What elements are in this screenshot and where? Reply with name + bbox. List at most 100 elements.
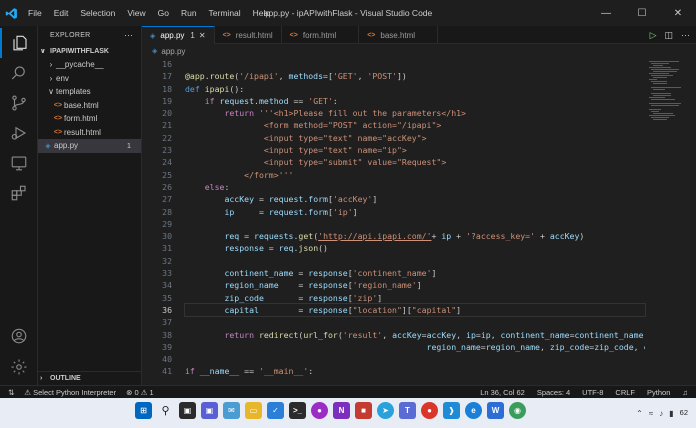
wifi-icon[interactable]: ≈ [649,409,653,418]
code-line: if request.method == 'GET': [204,95,338,106]
line-number: 26 [162,181,172,192]
more-actions-icon[interactable]: ··· [681,30,690,40]
indentation-status[interactable]: Spaces: 4 [537,388,570,397]
minimap-line [651,111,659,112]
tree-file-result-html[interactable]: <> result.html [38,126,141,140]
line-number: 33 [162,268,172,279]
code-editor[interactable]: 16 17 18 19 20 21 22 23 24 25 26 27 28 29 30 31 32 33 34 35… [142,58,696,385]
notifications-bell-icon[interactable]: ♫ [682,388,688,397]
line-number: 32 [162,255,172,266]
source-control-icon[interactable] [0,88,38,118]
python-file-icon: ◈ [150,32,156,40]
menu-run[interactable]: Run [175,8,203,18]
recording-app-icon[interactable]: ● [421,402,438,419]
menu-edit[interactable]: Edit [48,8,75,18]
menu-bar: File Edit Selection View Go Run Terminal… [22,0,276,26]
tree-folder-pycache[interactable]: › __pycache__ [38,58,141,72]
chevron-right-icon: › [40,375,43,382]
more-actions-icon[interactable]: ··· [124,30,133,40]
run-python-file-icon[interactable]: ▷ [650,30,657,41]
split-editor-icon[interactable]: ◫ [664,30,673,41]
line-number: 22 [162,132,172,143]
tree-file-base-html[interactable]: <> base.html [38,99,141,113]
file-explorer-icon[interactable]: ▭ [245,402,262,419]
vscode-taskbar-icon[interactable]: ❱ [443,402,460,419]
tab-result-html[interactable]: <> result.html [215,26,282,44]
minimap[interactable] [645,58,696,385]
search-icon[interactable] [0,58,38,88]
battery-icon[interactable]: ▮ [669,409,673,418]
minimap-line [649,115,675,116]
language-mode[interactable]: Python [647,388,670,397]
obs-app-icon[interactable]: ● [311,402,328,419]
task-view-icon[interactable]: ▣ [179,402,196,419]
tab-app-py[interactable]: ◈ app.py 1 ✕ [142,26,215,44]
explorer-icon[interactable] [0,28,38,58]
code-area[interactable]: @app.route('/ipapi', methods=['GET', 'PO… [184,58,646,378]
widgets-icon[interactable]: ▣ [201,402,218,419]
minimap-line [649,61,679,62]
terminal-app-icon[interactable]: >_ [289,402,306,419]
vscode-logo-icon [0,0,22,26]
menu-terminal[interactable]: Terminal [203,8,247,18]
account-icon[interactable] [0,321,38,351]
tree-folder-env[interactable]: › env [38,72,141,86]
tree-file-app-py[interactable]: ◈ app.py 1 [38,139,141,153]
windows-taskbar: ⊞ ⚲ ▣ ▣ ✉ ▭ ✓ >_ ● N ■ ➤ T ● ❱ e W ◉ ⌃ ≈… [0,398,696,428]
minimize-button[interactable]: — [588,0,624,26]
chrome-browser-icon[interactable]: ◉ [509,402,526,419]
menu-help[interactable]: Help [247,8,276,18]
onenote-app-icon[interactable]: N [333,402,350,419]
outline-section[interactable]: › OUTLINE [38,371,142,385]
office-app-icon[interactable]: ■ [355,402,372,419]
telegram-app-icon[interactable]: ➤ [377,402,394,419]
line-number: 37 [162,317,172,328]
mail-app-icon[interactable]: ✉ [223,402,240,419]
code-line: continent_name = response['continent_nam… [224,268,437,279]
menu-go[interactable]: Go [152,8,175,18]
taskbar-search-icon[interactable]: ⚲ [157,402,174,419]
python-interpreter-status[interactable]: ⚠ Select Python Interpreter [24,388,116,397]
tree-file-form-html[interactable]: <> form.html [38,112,141,126]
line-number-gutter: 16 17 18 19 20 21 22 23 24 25 26 27 28 29 30 31 32 33 34 35… [142,58,180,378]
volume-icon[interactable]: ♪ [659,409,663,418]
tray-chevron-up-icon[interactable]: ⌃ [636,409,643,418]
tab-badge: 1 [190,31,195,40]
close-tab-icon[interactable]: ✕ [199,31,206,40]
tray-clock[interactable]: 62 [680,408,688,418]
close-window-button[interactable]: ✕ [660,0,696,26]
project-folder[interactable]: ∨ IPAPIWITHFLASK [38,44,141,58]
edge-browser-icon[interactable]: e [465,402,482,419]
minimap-line [649,67,671,68]
tab-form-html[interactable]: <> form.html [282,26,360,44]
chevron-down-icon: ∨ [48,87,54,97]
teams-app-icon[interactable]: T [399,402,416,419]
minimap-line [651,81,667,82]
settings-gear-icon[interactable] [0,352,38,382]
start-button-icon[interactable]: ⊞ [135,402,152,419]
problems-status[interactable]: ⊗ 0 ⚠ 1 [126,388,154,397]
menu-file[interactable]: File [22,8,48,18]
menu-view[interactable]: View [121,8,151,18]
remote-indicator-icon[interactable]: ⇅ [8,388,14,397]
chevron-right-icon: › [49,73,53,83]
menu-selection[interactable]: Selection [74,8,121,18]
line-number: 30 [162,231,172,242]
todo-app-icon[interactable]: ✓ [267,402,284,419]
encoding-status[interactable]: UTF-8 [582,388,603,397]
remote-explorer-icon[interactable] [0,148,38,178]
breadcrumb[interactable]: ◈ app.py [142,44,696,58]
tab-base-html[interactable]: <> base.html [359,26,439,44]
eol-status[interactable]: CRLF [615,388,635,397]
cursor-position[interactable]: Ln 36, Col 62 [480,388,525,397]
run-debug-icon[interactable] [0,118,38,148]
code-line: accKey = request.form['accKey'] [224,194,378,205]
maximize-button[interactable]: ☐ [624,0,660,26]
line-number: 20 [162,108,172,119]
extensions-icon[interactable] [0,178,38,208]
word-app-icon[interactable]: W [487,402,504,419]
minimap-line [649,97,665,98]
tree-folder-templates[interactable]: ∨ templates [38,85,141,99]
